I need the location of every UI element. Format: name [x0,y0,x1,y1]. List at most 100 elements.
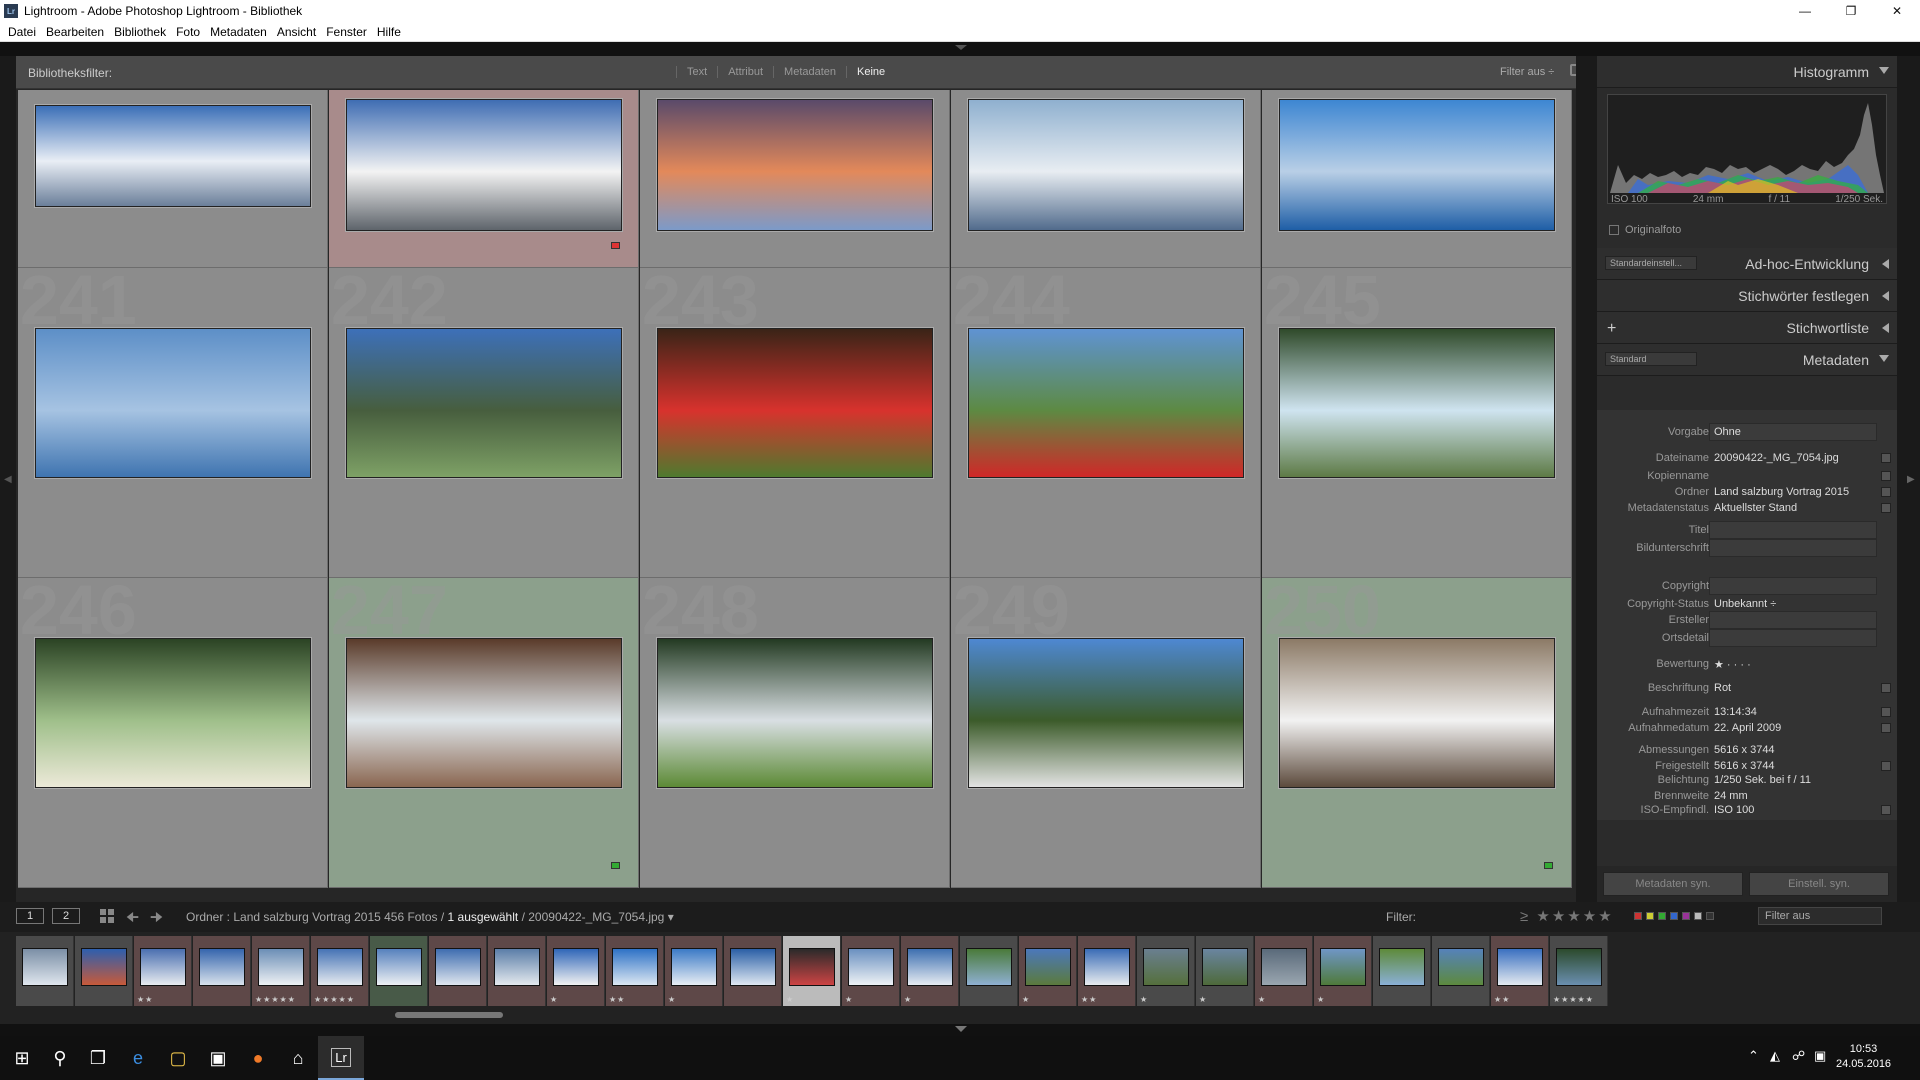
photo-thumbnail[interactable] [346,99,622,231]
filmstrip-cell[interactable]: ★ [1255,936,1313,1006]
menu-item-0[interactable]: Datei [3,25,41,39]
tray-chevron-icon[interactable]: ⌃ [1748,1048,1759,1064]
original-photo-toggle[interactable]: Originalfoto [1609,224,1681,236]
filmstrip-thumbnail[interactable] [494,948,540,986]
photo-thumbnail[interactable] [968,328,1244,478]
color-label-filter[interactable] [1634,912,1714,920]
filmstrip-cell[interactable]: ★ [665,936,723,1006]
rating-filter-stars[interactable]: ≥ ★★★★★ [1520,907,1614,925]
photo-thumbnail[interactable] [1279,99,1555,231]
filmstrip-thumbnail[interactable] [1084,948,1130,986]
filmstrip-cell[interactable] [370,936,428,1006]
filmstrip-thumbnail[interactable] [22,948,68,986]
back-arrow-icon[interactable]: 🠈 [126,907,139,931]
start-icon[interactable]: ⊞ [8,1044,36,1072]
metadata-action-icon[interactable] [1881,503,1891,513]
second-window-button[interactable]: 2 [52,908,80,924]
metadata-value[interactable]: 5616 x 3744 [1714,760,1775,772]
grid-cell[interactable]: 245 [1262,268,1572,578]
filmstrip-thumbnail[interactable] [1143,948,1189,986]
histogram-graph[interactable] [1607,94,1887,204]
photo-thumbnail[interactable] [968,99,1244,231]
home-icon[interactable]: ⌂ [284,1044,312,1072]
metadata-action-icon[interactable] [1881,453,1891,463]
filmstrip-cell[interactable]: ★★ [134,936,192,1006]
grid-cell[interactable]: 249 [951,578,1261,888]
main-window-button[interactable]: 1 [16,908,44,924]
metadata-value[interactable]: 22. April 2009 [1714,722,1781,734]
filmstrip-cell[interactable]: ★★★★★ [252,936,310,1006]
expand-left-arrow-icon[interactable]: ◀ [4,474,12,485]
grid-cell[interactable]: 247 [329,578,639,888]
metadata-value[interactable]: 20090422-_MG_7054.jpg [1714,452,1839,464]
grid-cell[interactable]: 243 [640,268,950,578]
grid-cell[interactable] [1262,90,1572,268]
metadata-action-icon[interactable] [1881,471,1891,481]
battery-icon[interactable]: ◭ [1770,1048,1780,1064]
filmstrip-thumbnail[interactable] [1261,948,1307,986]
metadata-header[interactable]: Standard Metadaten [1597,344,1897,376]
grid-cell[interactable]: 242 [329,268,639,578]
filmstrip-thumbnail[interactable] [730,948,776,986]
minimize-button[interactable]: — [1782,0,1828,22]
notifications-icon[interactable]: ▣ [1814,1048,1826,1064]
metadata-value[interactable]: Rot [1714,682,1731,694]
metadata-value[interactable]: 5616 x 3744 [1714,744,1775,756]
keyword-list-header[interactable]: + Stichwortliste [1597,312,1897,344]
histogram-header[interactable]: Histogramm [1597,56,1897,88]
metadata-value[interactable]: 1/250 Sek. bei f / 11 [1714,774,1811,786]
filmstrip-thumbnail[interactable] [612,948,658,986]
metadata-value[interactable]: Ohne [1714,426,1741,438]
bottom-panel-toggle[interactable] [0,1024,1920,1036]
grid-cell[interactable]: 250 [1262,578,1572,888]
menu-item-3[interactable]: Foto [171,25,205,39]
filmstrip-thumbnail[interactable] [1556,948,1602,986]
filter-tab-3[interactable]: Keine [846,66,895,78]
filmstrip-cell[interactable]: ★★ [606,936,664,1006]
top-panel-toggle[interactable] [0,42,1920,56]
photo-thumbnail[interactable] [346,638,622,788]
metadata-field[interactable] [1709,539,1877,557]
filmstrip-cell[interactable] [724,936,782,1006]
filmstrip-cell[interactable] [1432,936,1490,1006]
store-icon[interactable]: ▣ [204,1044,232,1072]
grid-cell[interactable] [329,90,639,268]
edge-icon[interactable]: e [124,1044,152,1072]
metadata-field[interactable] [1709,629,1877,647]
photo-thumbnail[interactable] [657,328,933,478]
add-keyword-button[interactable]: + [1607,320,1616,338]
photo-thumbnail[interactable] [35,328,311,478]
metadata-action-icon[interactable] [1881,707,1891,717]
filmstrip-cell[interactable]: ★ [1137,936,1195,1006]
lightroom-taskbar-button[interactable]: Lr [318,1036,364,1080]
filmstrip-cell[interactable] [429,936,487,1006]
file-explorer-icon[interactable]: ▢ [164,1044,192,1072]
grid-cell[interactable]: 244 [951,268,1261,578]
menu-item-7[interactable]: Hilfe [372,25,406,39]
filmstrip-cell[interactable]: ★ [1196,936,1254,1006]
grid-view-icon[interactable] [100,909,114,923]
metadata-action-icon[interactable] [1881,487,1891,497]
task-view-icon[interactable]: ❐ [84,1044,112,1072]
filmstrip-thumbnail[interactable] [258,948,304,986]
keywording-header[interactable]: Stichwörter festlegen [1597,280,1897,312]
collapse-arrow-icon[interactable] [955,45,967,50]
menu-item-1[interactable]: Bearbeiten [41,25,109,39]
filmstrip-thumbnail[interactable] [553,948,599,986]
photo-thumbnail[interactable] [657,99,933,231]
expand-right-arrow-icon[interactable]: ▶ [1907,474,1915,485]
grid-cell[interactable] [640,90,950,268]
checkbox-icon[interactable] [1609,225,1619,235]
sync-metadata-button[interactable]: Metadaten syn. [1603,872,1743,896]
metadata-value[interactable]: ★ · · · · [1714,658,1751,671]
menu-item-5[interactable]: Ansicht [272,25,321,39]
grid-cell[interactable] [951,90,1261,268]
filmstrip-thumbnail[interactable] [1320,948,1366,986]
filmstrip-thumbnail[interactable] [199,948,245,986]
filmstrip-thumbnail[interactable] [140,948,186,986]
metadata-field[interactable] [1709,611,1877,629]
filmstrip-cell[interactable]: ★ [842,936,900,1006]
forward-arrow-icon[interactable]: 🠊 [150,907,163,931]
photo-thumbnail[interactable] [1279,638,1555,788]
filmstrip-cell[interactable]: ★ [547,936,605,1006]
